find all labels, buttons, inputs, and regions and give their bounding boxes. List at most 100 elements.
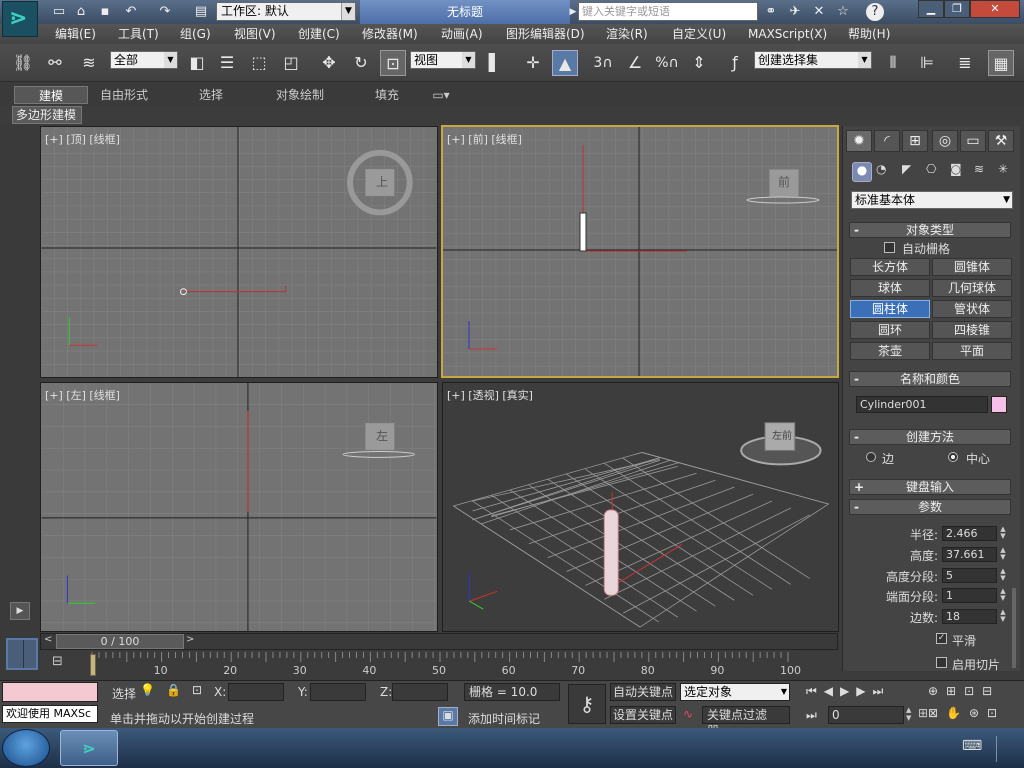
- cap-segments-spinner[interactable]: ▲ ▼: [998, 588, 1008, 603]
- torus-button[interactable]: 圆环: [850, 321, 930, 339]
- menu-maxscript[interactable]: MAXScript(X): [748, 24, 827, 44]
- object-name-input[interactable]: Cylinder001: [856, 396, 988, 413]
- taskbar-3dsmax-icon[interactable]: ⋗: [60, 730, 118, 766]
- object-type-rollout[interactable]: - 对象类型: [849, 222, 1011, 238]
- maxscript-listener-mini[interactable]: [2, 682, 98, 702]
- create-tab-icon[interactable]: ✹: [846, 130, 872, 152]
- viewport-top-label[interactable]: [+] [顶] [线框]: [45, 131, 120, 147]
- viewport-nav-controls-top[interactable]: ⊕⊞⊡⊟: [928, 684, 1000, 698]
- set-key-icon[interactable]: ⚷: [568, 684, 606, 724]
- pyramid-button[interactable]: 四棱锥: [932, 321, 1012, 339]
- edit-named-selection-icon[interactable]: ƒ: [722, 50, 748, 76]
- z-coordinate-input[interactable]: [392, 683, 448, 701]
- set-key-button[interactable]: 设置关键点: [610, 706, 676, 724]
- workspace-dropdown[interactable]: 工作区: 默认 ▼: [216, 2, 356, 21]
- project-folder-icon[interactable]: ▤: [192, 3, 210, 21]
- minimize-button[interactable]: ▁: [918, 0, 944, 18]
- subscription-icon[interactable]: ✈: [786, 3, 804, 21]
- space-warps-icon[interactable]: ≋: [974, 162, 994, 176]
- viewport-top[interactable]: [+] [顶] [线框] 上: [40, 126, 438, 378]
- key-filter-icon[interactable]: ∿: [683, 707, 693, 721]
- time-config-icon[interactable]: ⊞: [918, 706, 928, 720]
- y-coordinate-input[interactable]: [310, 683, 366, 701]
- tab-populate[interactable]: 填充: [366, 86, 408, 104]
- systems-icon[interactable]: ✳: [998, 162, 1018, 176]
- windows-start-button[interactable]: [2, 729, 50, 767]
- reference-coordinate-dropdown[interactable]: 视图 ▼: [410, 51, 476, 69]
- keyboard-entry-rollout[interactable]: + 键盘输入: [849, 479, 1011, 495]
- menu-tools[interactable]: 工具(T): [118, 24, 159, 44]
- time-cursor[interactable]: [90, 654, 96, 676]
- binoculars-icon[interactable]: ⚭: [762, 3, 780, 21]
- bind-space-warp-icon[interactable]: ≋: [76, 50, 102, 76]
- expand-panel-icon[interactable]: ▶: [10, 602, 30, 620]
- primitive-category-dropdown[interactable]: 标准基本体 ▼: [851, 191, 1013, 209]
- select-and-manipulate-icon[interactable]: ✛: [520, 50, 546, 76]
- menu-group[interactable]: 组(G): [180, 24, 211, 44]
- tab-selection[interactable]: 选择: [188, 86, 234, 104]
- object-color-swatch[interactable]: [991, 396, 1007, 413]
- maxscript-welcome[interactable]: 欢迎使用 MAXSc: [2, 705, 98, 723]
- menu-modifiers[interactable]: 修改器(M): [362, 24, 418, 44]
- time-next-icon[interactable]: >: [186, 634, 196, 649]
- smooth-checkbox[interactable]: ✓: [936, 633, 947, 644]
- graphite-toggle-icon[interactable]: ▦: [988, 50, 1014, 76]
- spinner-snap-icon[interactable]: ⇕: [686, 50, 712, 76]
- playback-controls[interactable]: ⏮◀▶▶⏭: [806, 684, 890, 699]
- viewport-front-label[interactable]: [+] [前] [线框]: [447, 131, 522, 147]
- viewcube-left[interactable]: 左: [371, 427, 393, 447]
- tube-button[interactable]: 管状体: [932, 300, 1012, 318]
- select-and-scale-icon[interactable]: ⊡: [380, 50, 406, 76]
- communication-icon[interactable]: ✕: [810, 3, 828, 21]
- modify-tab-icon[interactable]: ◜: [874, 130, 900, 152]
- time-prev-icon[interactable]: <: [44, 634, 54, 649]
- cylinder-button[interactable]: 圆柱体: [850, 300, 930, 318]
- select-and-link-icon[interactable]: ⛓: [10, 50, 36, 76]
- undo-icon[interactable]: ↶: [122, 3, 140, 21]
- help-icon[interactable]: ?: [866, 3, 884, 21]
- app-logo-button[interactable]: ⋗: [2, 1, 38, 37]
- box-button[interactable]: 长方体: [850, 258, 930, 276]
- height-segments-spinner[interactable]: ▲ ▼: [998, 568, 1008, 583]
- menu-graph-editors[interactable]: 图形编辑器(D): [506, 24, 585, 44]
- sphere-button[interactable]: 球体: [850, 279, 930, 297]
- percent-snap-icon[interactable]: %∩: [654, 50, 680, 76]
- save-file-icon[interactable]: ▪: [96, 3, 114, 21]
- radius-spinner[interactable]: ▲ ▼: [998, 526, 1008, 541]
- menu-help[interactable]: 帮助(H): [848, 24, 890, 44]
- window-crossing-icon[interactable]: ◰: [278, 50, 304, 76]
- geosphere-button[interactable]: 几何球体: [932, 279, 1012, 297]
- new-file-icon[interactable]: ▭: [50, 3, 68, 21]
- height-spinner[interactable]: ▲ ▼: [998, 547, 1008, 562]
- isolate-icon[interactable]: 💡: [140, 683, 155, 697]
- parameters-rollout[interactable]: - 参数: [849, 499, 1011, 515]
- mirror-icon[interactable]: ⫴: [880, 50, 906, 76]
- selection-filter-dropdown[interactable]: 全部 ▼: [110, 51, 178, 69]
- shapes-icon[interactable]: ◔: [876, 162, 896, 176]
- viewport-perspective-label[interactable]: [+] [透视] [真实]: [447, 387, 533, 403]
- hierarchy-tab-icon[interactable]: ⊞: [902, 130, 928, 152]
- slice-on-checkbox[interactable]: [936, 657, 947, 668]
- select-and-rotate-icon[interactable]: ↻: [348, 50, 374, 76]
- menu-create[interactable]: 创建(C): [298, 24, 340, 44]
- layer-manager-icon[interactable]: ≣: [952, 50, 978, 76]
- plane-button[interactable]: 平面: [932, 342, 1012, 360]
- name-color-rollout[interactable]: - 名称和颜色: [849, 371, 1011, 387]
- menu-views[interactable]: 视图(V): [234, 24, 276, 44]
- close-button[interactable]: ✕: [970, 0, 1020, 18]
- angle-snap-icon[interactable]: ∠: [622, 50, 648, 76]
- pivot-center-icon[interactable]: ▌: [482, 50, 508, 76]
- display-tab-icon[interactable]: ▭: [960, 130, 986, 152]
- auto-key-button[interactable]: 自动关键点: [610, 683, 676, 701]
- absolute-mode-icon[interactable]: ⊡: [192, 683, 202, 697]
- viewcube-top[interactable]: 上: [371, 173, 393, 193]
- cap-segments-input[interactable]: 1: [942, 588, 997, 603]
- keyboard-shortcut-override-icon[interactable]: ▲: [552, 50, 578, 76]
- helpers-icon[interactable]: ◙: [950, 162, 970, 176]
- sides-spinner[interactable]: ▲ ▼: [998, 609, 1008, 624]
- rectangular-selection-icon[interactable]: ⬚: [246, 50, 272, 76]
- favorites-star-icon[interactable]: ☆: [834, 3, 852, 21]
- polygon-modeling-panel[interactable]: 多边形建模: [12, 106, 82, 124]
- utilities-tab-icon[interactable]: ⚒: [988, 130, 1014, 152]
- height-input[interactable]: 37.661: [942, 547, 997, 562]
